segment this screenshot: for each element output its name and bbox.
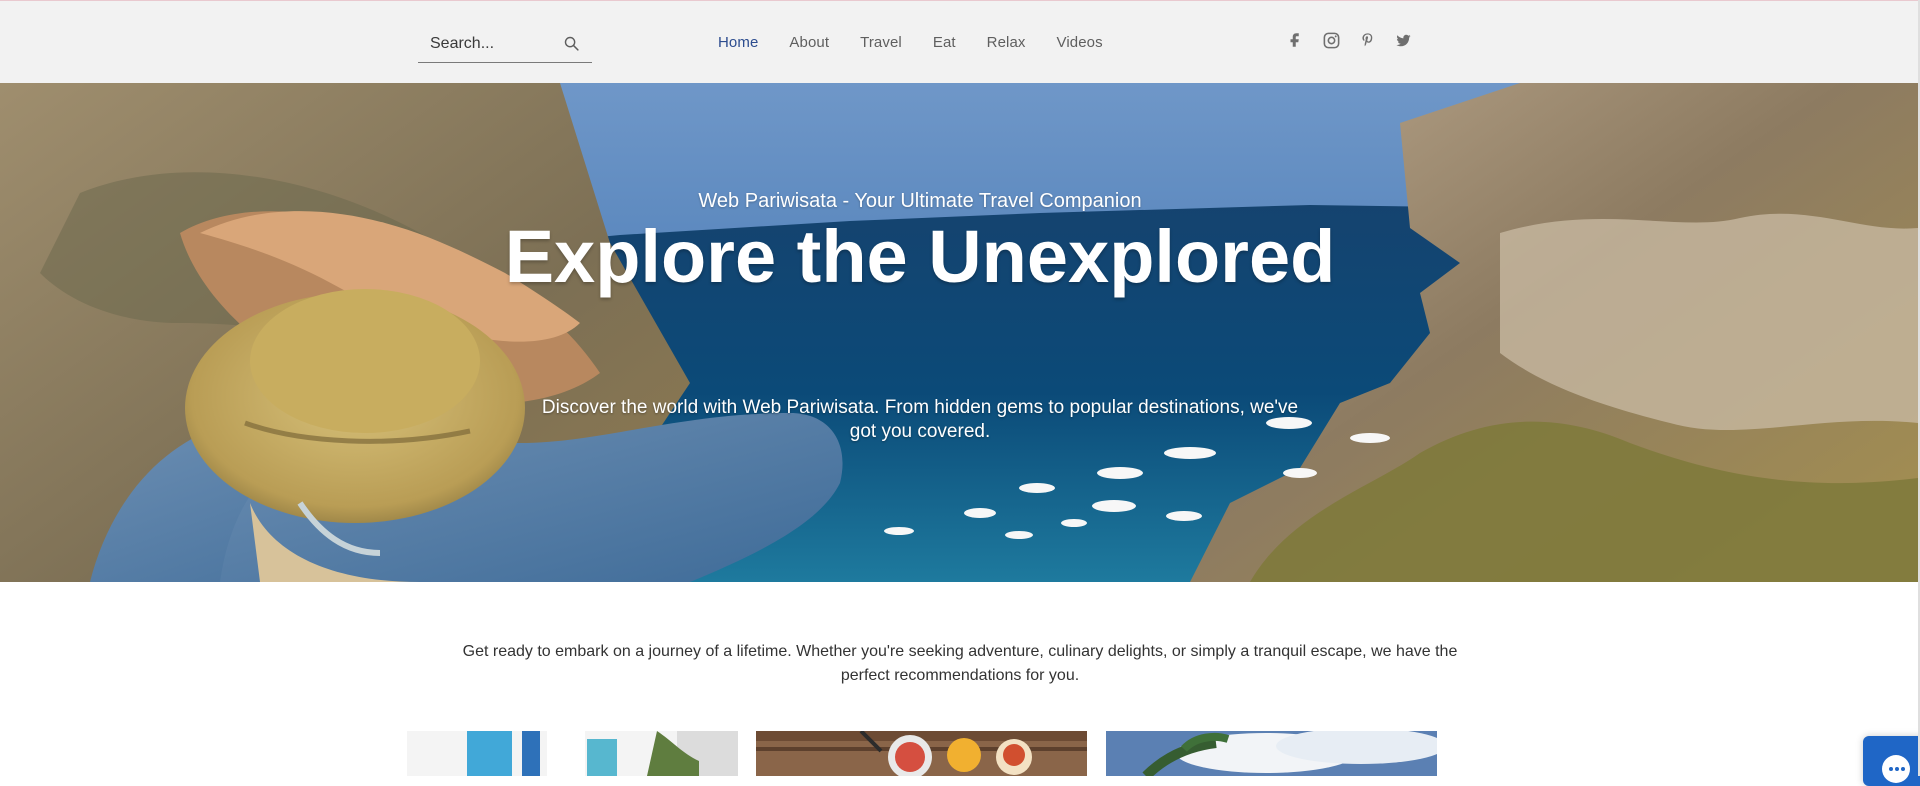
nav-relax[interactable]: Relax (987, 34, 1026, 51)
site-header: Home About Travel Eat Relax Videos (0, 0, 1918, 83)
hero-subhead: Discover the world with Web Pariwisata. … (541, 397, 1299, 442)
intro-text: Get ready to embark on a journey of a li… (462, 643, 1458, 684)
nav-eat[interactable]: Eat (933, 34, 956, 51)
facebook-icon[interactable] (1284, 29, 1306, 51)
nav-videos[interactable]: Videos (1057, 34, 1103, 51)
instagram-icon[interactable] (1320, 29, 1342, 51)
card-relax[interactable] (1106, 731, 1437, 776)
hero-eyebrow: Web Pariwisata - Your Ultimate Travel Co… (698, 190, 1142, 212)
hero-headline: Explore the Unexplored (504, 215, 1336, 298)
card-eat[interactable] (756, 731, 1087, 776)
hero-banner: Web Pariwisata - Your Ultimate Travel Co… (0, 83, 1918, 582)
nav-home[interactable]: Home (718, 34, 758, 51)
twitter-icon[interactable] (1392, 29, 1414, 51)
main-navigation: Home About Travel Eat Relax Videos (718, 29, 1134, 55)
card-travel-image (407, 731, 738, 776)
social-links (1284, 29, 1428, 51)
pinterest-icon[interactable] (1356, 29, 1378, 51)
hero-content: Web Pariwisata - Your Ultimate Travel Co… (0, 83, 1918, 582)
chat-icon (1882, 755, 1910, 783)
search-box[interactable] (418, 25, 592, 63)
chat-widget-button[interactable] (1863, 736, 1920, 786)
nav-about[interactable]: About (789, 34, 829, 51)
card-travel[interactable] (407, 731, 738, 776)
nav-travel[interactable]: Travel (860, 34, 902, 51)
recommendation-cards (407, 731, 1437, 776)
card-relax-image (1106, 731, 1437, 776)
search-icon[interactable] (563, 35, 580, 52)
card-eat-image (756, 731, 1087, 776)
search-input[interactable] (430, 31, 560, 57)
